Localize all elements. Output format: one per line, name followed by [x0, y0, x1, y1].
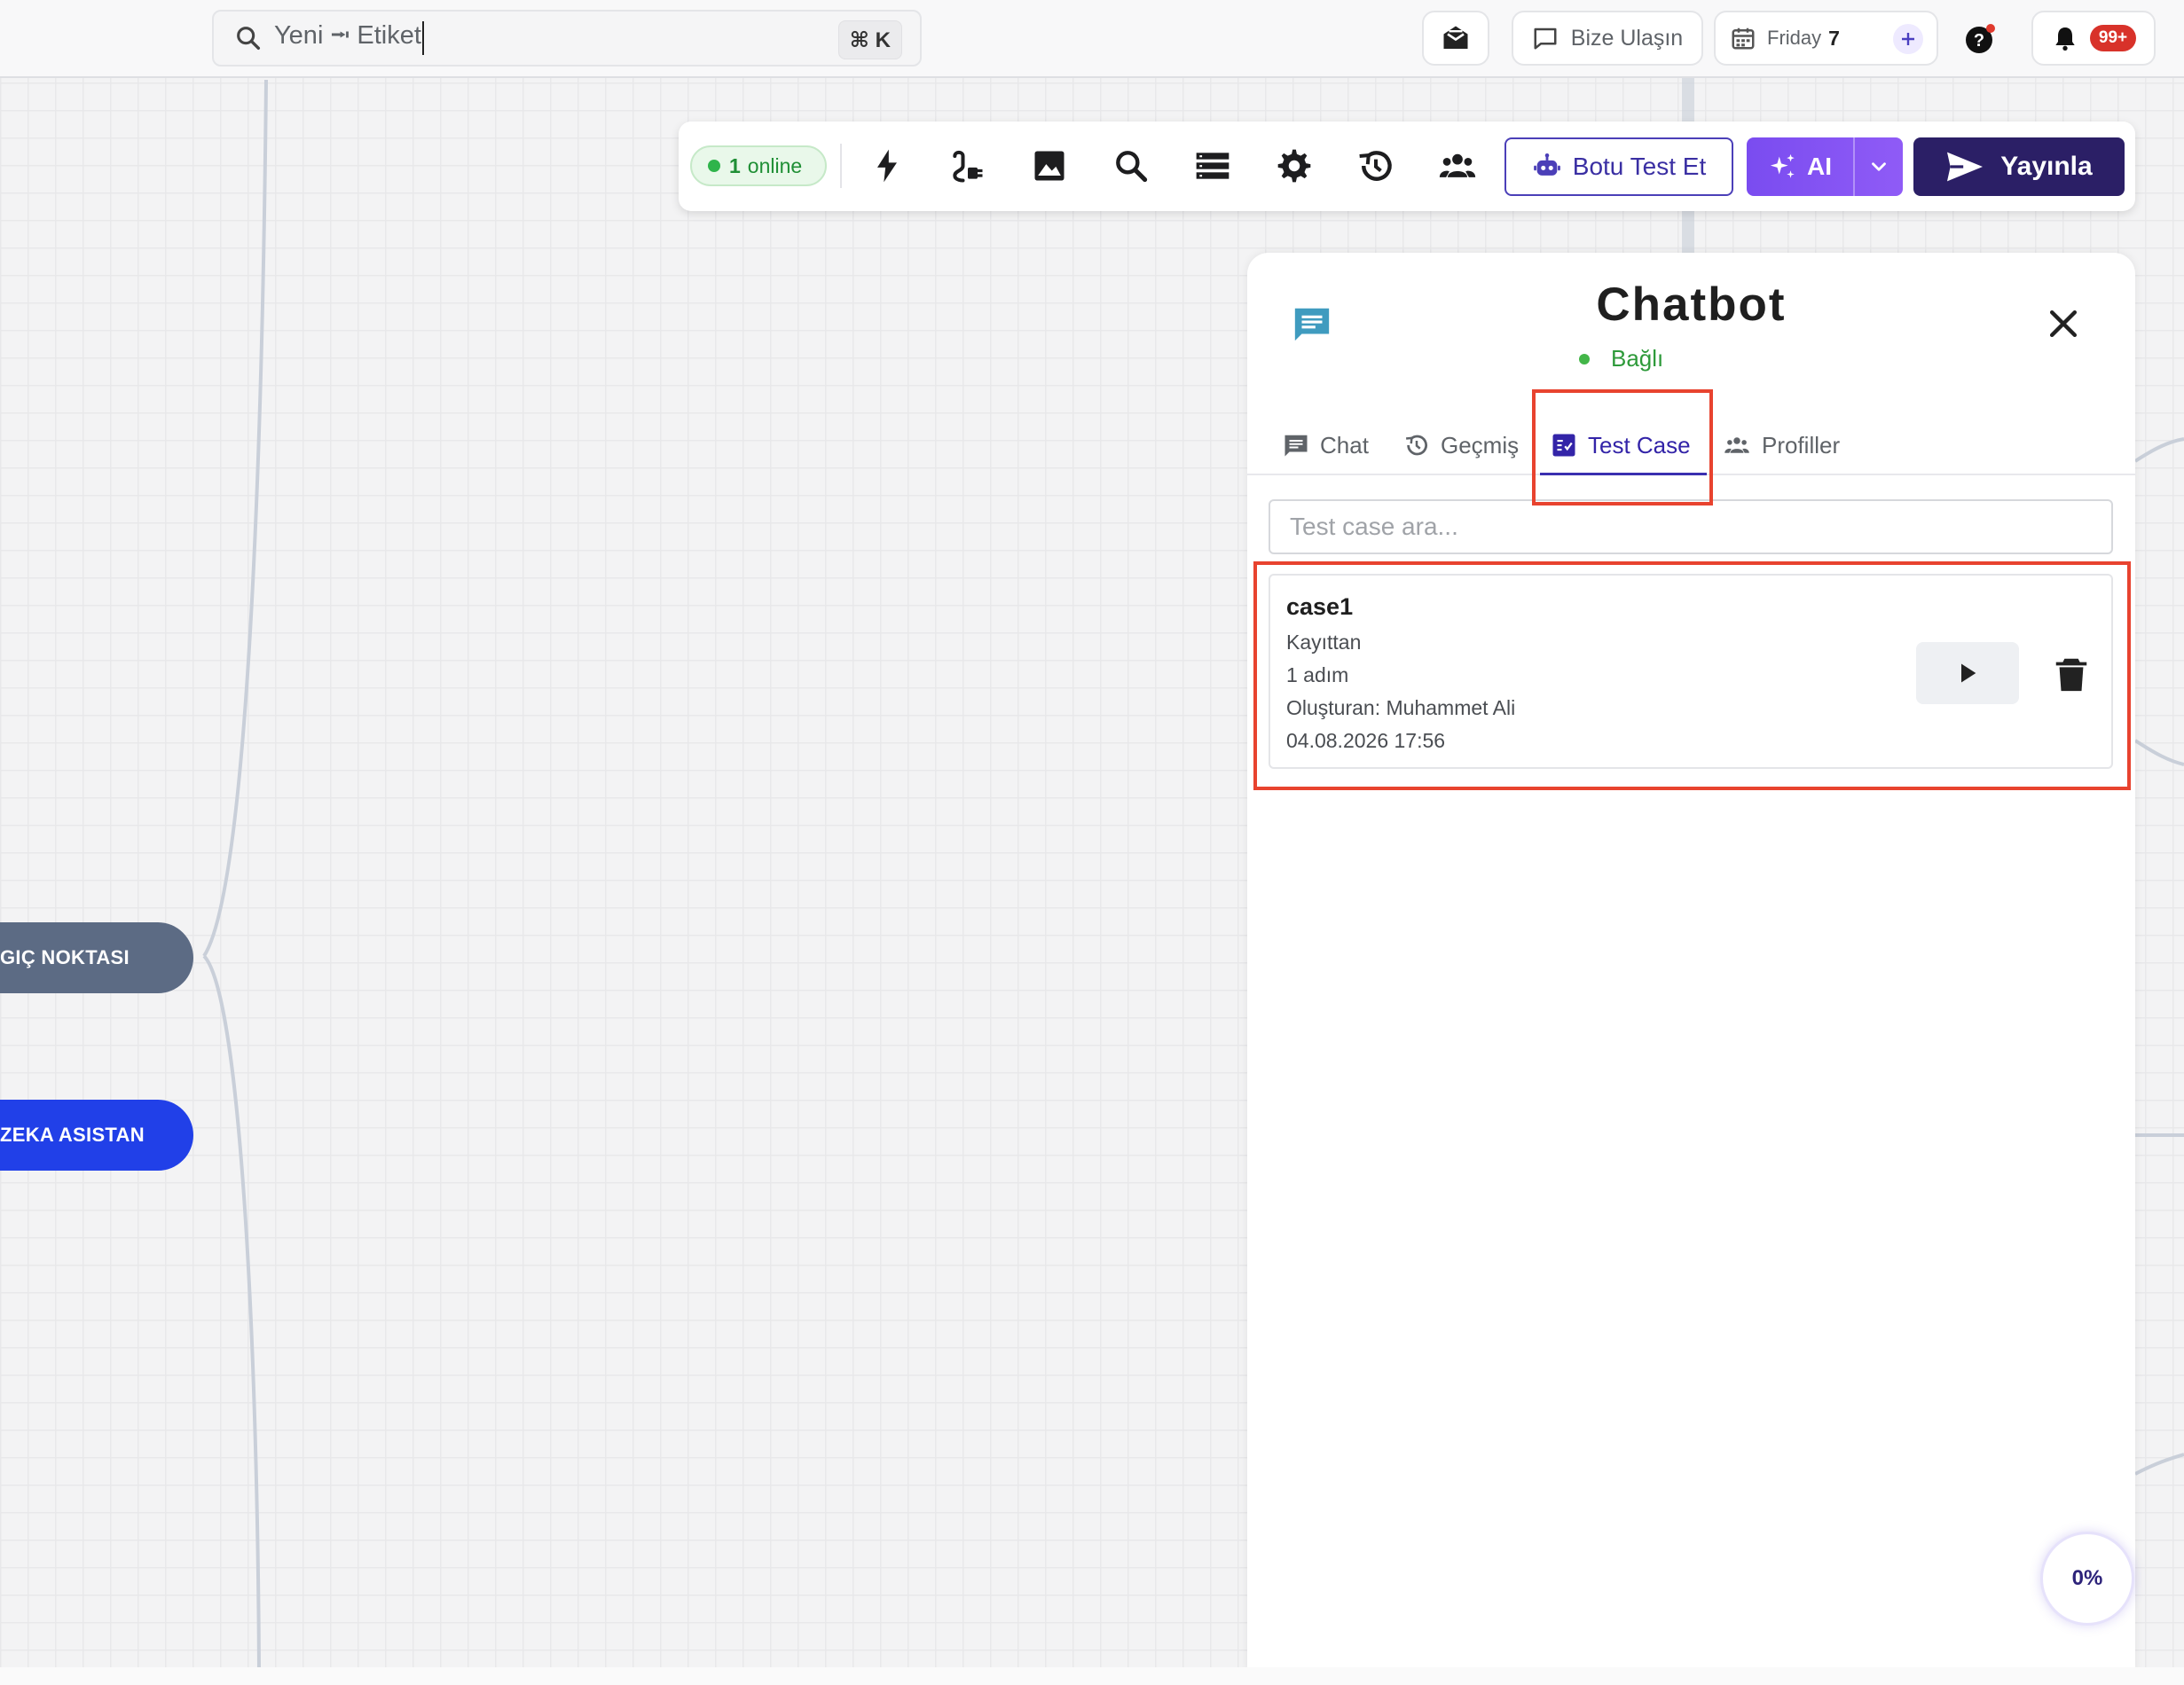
- svg-text:?: ?: [1974, 31, 1984, 51]
- connection-status: Bağlı: [1579, 345, 1663, 372]
- inbox-button[interactable]: [1422, 11, 1489, 66]
- top-bar: Yeni ⭲ Etiket ⌘ K Bize Ulaşın Friday 7 ?…: [0, 0, 2184, 78]
- search-icon[interactable]: [1112, 146, 1151, 185]
- status-dot: [1579, 353, 1590, 364]
- notification-badge: 99+: [2089, 25, 2137, 51]
- status-text: Bağlı: [1611, 345, 1664, 372]
- bolt-icon[interactable]: [868, 146, 907, 185]
- progress-indicator[interactable]: 0%: [2040, 1532, 2134, 1626]
- editor-toolbar: 1 online Botu Test Et AI Yayınla: [679, 121, 2135, 211]
- chat-bubble-icon: [1534, 27, 1557, 50]
- help-icon: ?: [1966, 24, 1995, 53]
- online-indicator: 1 online: [690, 145, 827, 186]
- calendar-icon: [1732, 27, 1755, 50]
- global-search[interactable]: Yeni ⭲ Etiket ⌘ K: [212, 10, 922, 67]
- ai-dropdown-toggle[interactable]: [1855, 137, 1903, 196]
- gear-icon[interactable]: [1275, 146, 1314, 185]
- date-number: 7: [1828, 26, 1840, 50]
- users-icon[interactable]: [1438, 146, 1477, 185]
- bottom-strip: [0, 1667, 2184, 1685]
- list-icon[interactable]: [1193, 146, 1232, 185]
- tab-history-label: Geçmiş: [1441, 431, 1520, 458]
- publish-label: Yayınla: [2000, 152, 2093, 181]
- start-node-label: GIÇ NOKTASI: [0, 946, 130, 968]
- send-icon: [1947, 152, 1984, 182]
- online-label: online: [747, 153, 803, 177]
- search-text: Yeni ⭲ Etiket: [274, 20, 421, 50]
- start-node[interactable]: GIÇ NOKTASI: [0, 922, 193, 993]
- chat-icon: [1284, 435, 1308, 457]
- plus-icon: [1902, 33, 1914, 45]
- notifications-button[interactable]: 99+: [2031, 11, 2156, 66]
- text-caret: [421, 21, 424, 55]
- help-button[interactable]: ?: [1946, 11, 2014, 66]
- test-case-search-placeholder: Test case ara...: [1290, 513, 1458, 540]
- ai-assistant-node-label: ZEKA ASISTAN: [0, 1124, 145, 1146]
- inbox-icon: [1443, 26, 1468, 49]
- history-icon: [1406, 435, 1427, 456]
- highlight-test-case-card: [1253, 561, 2131, 790]
- tab-chat-label: Chat: [1320, 431, 1369, 458]
- users-icon: [1724, 437, 1749, 453]
- ai-label: AI: [1807, 153, 1832, 180]
- image-icon[interactable]: [1030, 146, 1069, 185]
- contact-label: Bize Ulaşın: [1570, 25, 1684, 51]
- test-bot-button[interactable]: Botu Test Et: [1504, 137, 1733, 196]
- add-event-button[interactable]: [1893, 24, 1923, 54]
- chevron-down-icon: [1872, 162, 1886, 171]
- search-icon: [237, 27, 261, 51]
- ai-button[interactable]: AI: [1747, 137, 1903, 196]
- robot-icon: [1533, 153, 1560, 176]
- close-icon[interactable]: [2044, 304, 2083, 343]
- date-day: Friday: [1767, 27, 1822, 49]
- contact-button[interactable]: Bize Ulaşın: [1512, 11, 1703, 66]
- ai-main-button[interactable]: AI: [1747, 137, 1853, 196]
- panel-title: Chatbot: [1596, 278, 1787, 331]
- sparkles-icon: [1770, 153, 1795, 178]
- highlight-test-case-tab: [1532, 389, 1713, 506]
- publish-button[interactable]: Yayınla: [1913, 137, 2125, 196]
- date-widget[interactable]: Friday 7: [1714, 11, 1938, 66]
- history-icon[interactable]: [1356, 146, 1395, 185]
- bell-icon: [2055, 27, 2075, 51]
- tab-profiles[interactable]: Profiller: [1723, 417, 1840, 474]
- toolbar-divider: [840, 144, 842, 188]
- plug-icon[interactable]: [948, 146, 987, 185]
- tab-profiles-label: Profiller: [1762, 431, 1841, 458]
- test-bot-label: Botu Test Et: [1572, 153, 1707, 180]
- shortcut-hint: ⌘ K: [837, 20, 902, 59]
- ai-assistant-node[interactable]: ZEKA ASISTAN: [0, 1100, 193, 1171]
- tab-history[interactable]: Geçmiş: [1403, 417, 1519, 474]
- test-case-search-input[interactable]: Test case ara...: [1269, 499, 2113, 554]
- online-dot: [708, 160, 720, 172]
- online-count: 1: [729, 153, 741, 177]
- tab-chat[interactable]: Chat: [1283, 417, 1369, 474]
